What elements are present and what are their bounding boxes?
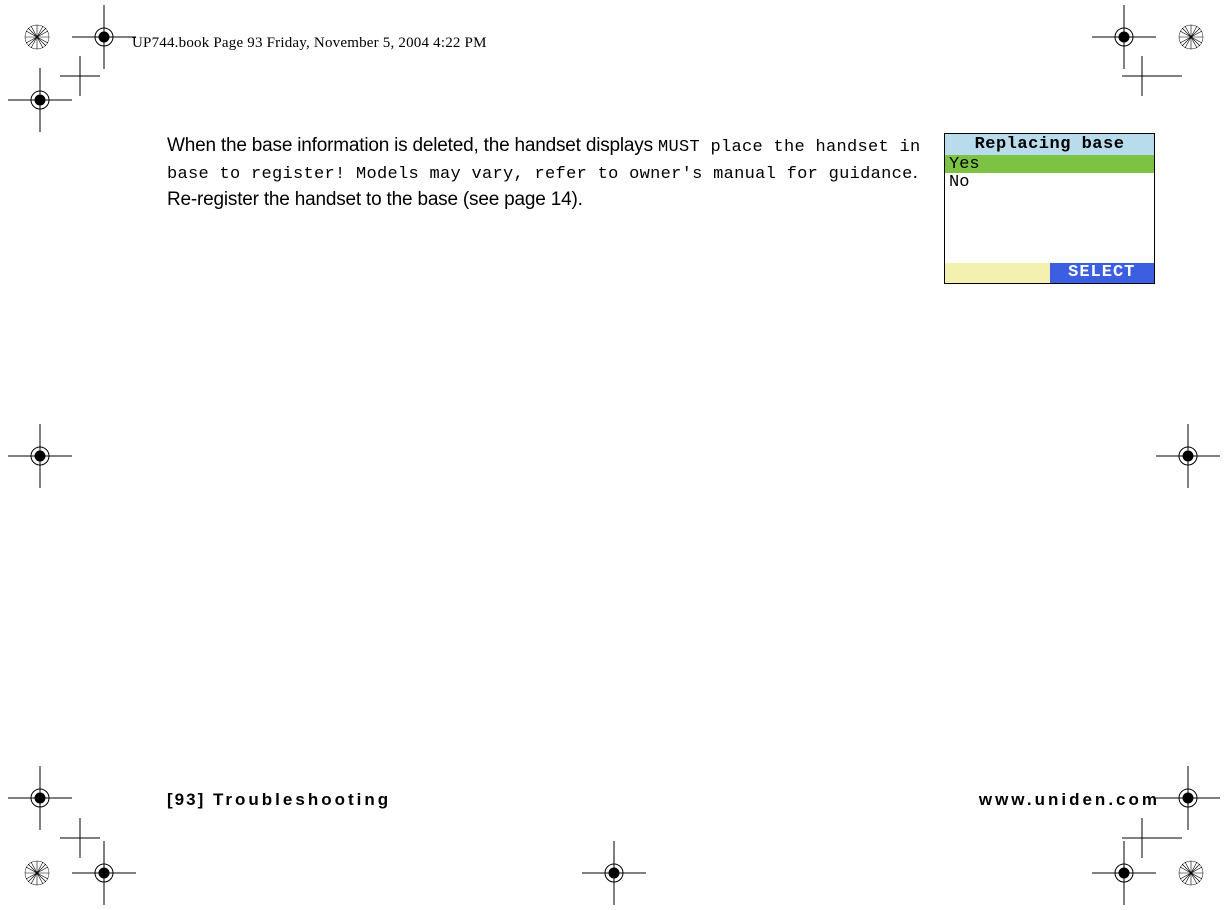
para-lead: When the base information is deleted, th…: [167, 135, 658, 156]
crop-frame-tr: [1102, 56, 1182, 116]
lcd-softkey-right: SELECT: [1050, 263, 1155, 283]
crop-frame-bl: [60, 798, 120, 858]
crop-cross-bc: [582, 841, 646, 905]
footer-section: Troubleshooting: [213, 790, 391, 809]
crop-cross-ll: [8, 766, 72, 830]
lcd-softkeys: SELECT: [945, 263, 1154, 283]
reg-mark-bottom-left: [24, 860, 50, 886]
body-paragraph: When the base information is deleted, th…: [167, 133, 937, 212]
lcd-screen: Replacing base Yes No SELECT: [944, 133, 1155, 284]
page-footer: [93] Troubleshooting www.uniden.com: [167, 790, 1160, 810]
reg-mark-top-right: [1178, 24, 1204, 50]
crop-cross-ml: [8, 424, 72, 488]
lcd-title: Replacing base: [945, 134, 1154, 155]
crop-frame-tl: [60, 56, 120, 116]
crop-cross-bl: [72, 841, 136, 905]
crop-cross-br: [1092, 841, 1156, 905]
reg-mark-top-left: [24, 24, 50, 50]
footer-left: [93] Troubleshooting: [167, 790, 391, 810]
lcd-softkey-left: [945, 263, 1050, 283]
lcd-option-no: No: [945, 173, 1154, 191]
crop-cross-tr: [1092, 5, 1156, 69]
book-header-path: UP744.book Page 93 Friday, November 5, 2…: [132, 35, 487, 52]
footer-page-number: [93]: [167, 790, 205, 809]
crop-cross-lr: [1156, 766, 1220, 830]
reg-mark-bottom-right: [1178, 860, 1204, 886]
lcd-body-fill: [945, 191, 1154, 263]
crop-cross-ul: [8, 68, 72, 132]
crop-cross-tl: [72, 5, 136, 69]
footer-url: www.uniden.com: [979, 790, 1160, 810]
crop-cross-mr: [1156, 424, 1220, 488]
lcd-option-yes: Yes: [945, 155, 1154, 173]
